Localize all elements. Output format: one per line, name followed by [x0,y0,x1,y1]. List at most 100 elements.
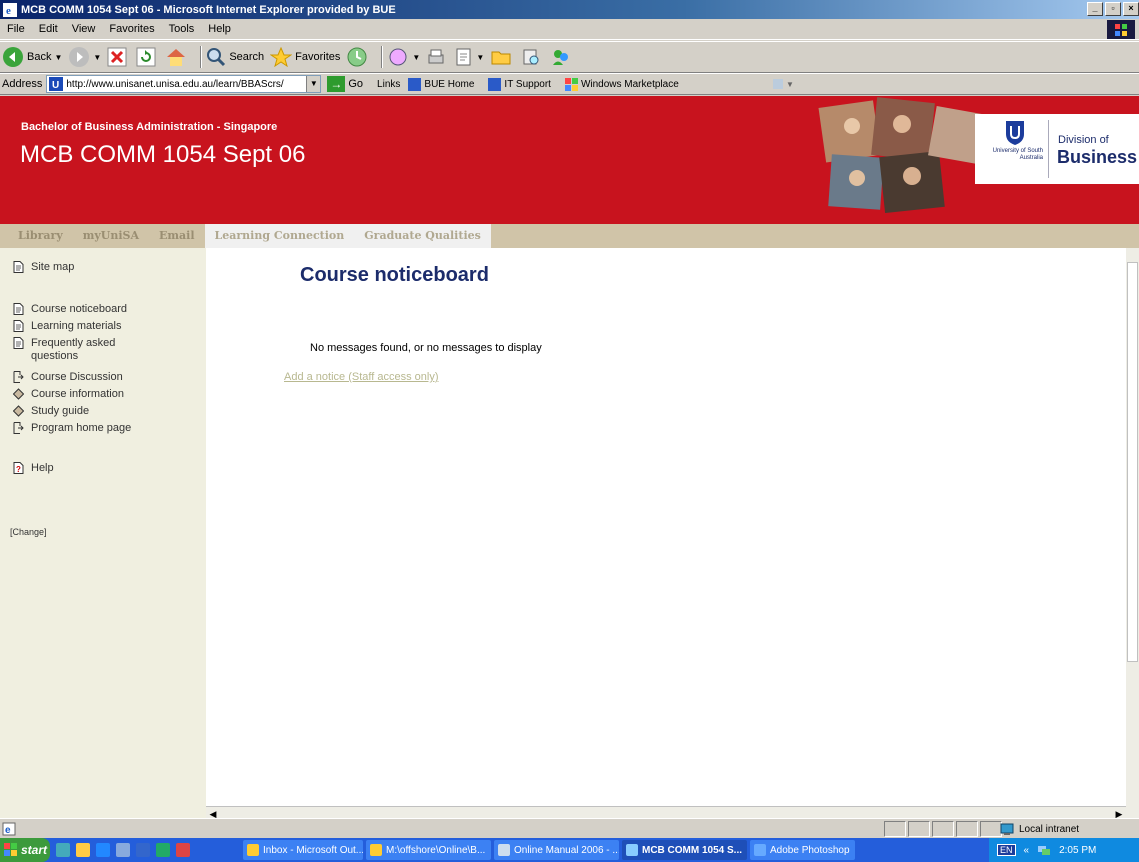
refresh-button[interactable] [136,47,159,67]
link-it-support[interactable]: IT Support [488,77,551,91]
quicklaunch-app-icon[interactable] [116,843,130,857]
address-input[interactable]: U http://www.unisanet.unisa.edu.au/learn… [46,75,322,93]
unisa-shield-icon [1006,121,1024,145]
folder-icon [491,51,511,65]
star-icon [270,47,293,67]
menu-favorites[interactable]: Favorites [102,23,161,35]
home-button[interactable] [165,47,190,67]
search-button[interactable]: Search [206,47,264,67]
start-button[interactable]: start [0,838,50,862]
status-pane [932,821,954,837]
university-name: University of South Australia [992,148,1043,161]
document-icon [13,320,24,332]
nav-library[interactable]: Library [0,224,73,248]
link-page-icon [408,77,422,91]
nav-graduate-qualities[interactable]: Graduate Qualities [354,224,491,248]
help-document-icon: ? [13,462,24,474]
program-title: Bachelor of Business Administration - Si… [21,121,278,133]
vertical-scrollbar[interactable] [1126,248,1139,818]
quicklaunch-word-icon[interactable] [136,843,150,857]
sidebar-item-course-discussion[interactable]: Course Discussion [13,371,123,384]
print-button[interactable] [426,47,449,67]
horizontal-scrollbar[interactable]: ◀ ▶ [206,806,1126,818]
document-icon [13,261,24,273]
close-button[interactable]: × [1123,2,1139,16]
quicklaunch-media-icon[interactable] [176,843,190,857]
maximize-button[interactable]: ▫ [1105,2,1121,16]
menu-edit[interactable]: Edit [32,23,65,35]
status-pane [908,821,930,837]
add-notice-link[interactable]: Add a notice (Staff access only) [284,371,439,383]
university-logo: University of South Australia Division o… [975,114,1139,184]
network-tray-icon[interactable] [1037,843,1051,857]
scrollbar-thumb[interactable] [1127,262,1138,662]
sidebar-item-program-home-page[interactable]: Program home page [13,422,131,435]
svg-text:e: e [6,5,11,17]
task-ie[interactable]: MCB COMM 1054 S... [622,840,747,860]
windows-flag-icon [4,843,17,856]
minimize-button[interactable]: _ [1087,2,1103,16]
quicklaunch-ie-icon[interactable] [96,843,110,857]
address-label: Address [2,78,43,90]
toolbar-separator [381,46,384,68]
sidebar-item-study-guide[interactable]: Study guide [13,405,89,418]
language-indicator[interactable]: EN [997,844,1016,856]
toolbar-separator [200,46,203,68]
student-photo-collage [818,97,986,213]
stop-button[interactable] [107,47,130,67]
task-outlook[interactable]: Inbox - Microsoft Out... [243,840,363,860]
address-dropdown-icon[interactable]: ▼ [306,76,321,92]
menu-view[interactable]: View [65,23,103,35]
sidebar-item-learning-materials[interactable]: Learning materials [13,320,122,333]
scroll-right-icon[interactable]: ▶ [1112,807,1126,818]
favorites-button[interactable]: Favorites [270,47,340,67]
forward-button[interactable]: ▼ [68,46,101,68]
task-explorer[interactable]: M:\offshore\Online\B... [366,840,491,860]
folder-button[interactable] [490,47,515,67]
book-icon [13,405,24,417]
ie-icon [626,844,638,856]
nav-email[interactable]: Email [149,224,205,248]
tray-expand-icon[interactable]: « [1024,845,1030,856]
menu-file[interactable]: File [0,23,32,35]
menu-tools[interactable]: Tools [162,23,202,35]
messenger-button[interactable] [550,47,575,67]
quicklaunch-outlook-icon[interactable] [76,843,90,857]
quicklaunch-excel-icon[interactable] [156,843,170,857]
links-label: Links [377,78,401,90]
sidebar-item-site-map[interactable]: Site map [13,261,74,274]
go-button[interactable]: → Go [327,76,363,92]
back-button[interactable]: Back ▼ [2,46,62,68]
course-title: MCB COMM 1054 Sept 06 [20,141,306,168]
nav-myunisa[interactable]: myUniSA [73,224,149,248]
edit-button[interactable]: ▼ [455,47,484,67]
intranet-icon [1000,823,1014,835]
page-status-icon: e [2,822,16,836]
link-bue-home[interactable]: BUE Home [408,77,474,91]
change-link[interactable]: [Change] [10,527,47,537]
sidebar-item-course-information[interactable]: Course information [13,388,124,401]
link-windows-marketplace[interactable]: Windows Marketplace [564,77,679,91]
photoshop-icon [754,844,766,856]
mail-button[interactable]: ▼ [387,47,420,67]
home-icon [167,49,186,66]
task-photoshop[interactable]: Adobe Photoshop [750,840,855,860]
status-pane [884,821,906,837]
sidebar-item-help[interactable]: ? Help [13,462,54,475]
outlook-icon [247,844,259,856]
quicklaunch-desktop-icon[interactable] [56,843,70,857]
menu-bar: File Edit View Favorites Tools Help [0,19,1139,40]
division-name: Business [1057,147,1138,167]
scroll-left-icon[interactable]: ◀ [206,807,220,818]
research-button[interactable] [521,47,544,67]
nav-learning-connection[interactable]: Learning Connection [204,224,355,248]
history-button[interactable] [346,46,371,68]
sidebar-item-faq[interactable]: Frequently asked questions [13,337,133,363]
sidebar-item-course-noticeboard[interactable]: Course noticeboard [13,303,127,316]
menu-help[interactable]: Help [201,23,238,35]
word-doc-icon [498,844,510,856]
task-word[interactable]: Online Manual 2006 - ... [494,840,619,860]
go-arrow-icon: → [327,76,346,92]
links-extra-icon[interactable]: ▼ [772,77,795,91]
toolbar: Back ▼ ▼ Search Favorites ▼ ▼ [0,41,1139,73]
